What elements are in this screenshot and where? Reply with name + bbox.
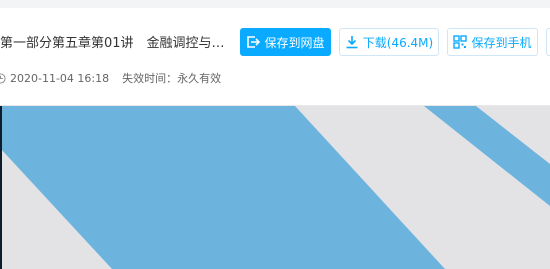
download-label: 下载(46.4M) (362, 35, 434, 50)
preview-graphic (0, 106, 550, 269)
save-to-phone-label: 保存到手机 (471, 35, 532, 50)
save-to-phone-button[interactable]: 保存到手机 (447, 28, 538, 56)
video-preview[interactable] (0, 106, 550, 269)
expire-time: 失效时间：永久有效 (122, 72, 222, 85)
file-meta: 2020-11-04 16:18 失效时间：永久有效 (0, 70, 221, 86)
save-to-drive-button[interactable]: 保存到网盘 (240, 28, 331, 56)
top-strip (0, 0, 550, 8)
share-date: 2020-11-04 16:18 (10, 71, 110, 85)
download-button[interactable]: 下载(46.4M) (339, 28, 439, 56)
clock-icon (0, 72, 6, 84)
file-title: 第一部分第五章第01讲 金融调控与监管体… (0, 36, 232, 51)
save-to-drive-label: 保存到网盘 (264, 35, 325, 50)
download-icon (346, 36, 358, 49)
qr-code-icon (453, 35, 468, 49)
preview-left-edge (0, 106, 2, 269)
more-actions-button[interactable] (546, 28, 550, 56)
save-to-drive-icon (247, 36, 261, 48)
